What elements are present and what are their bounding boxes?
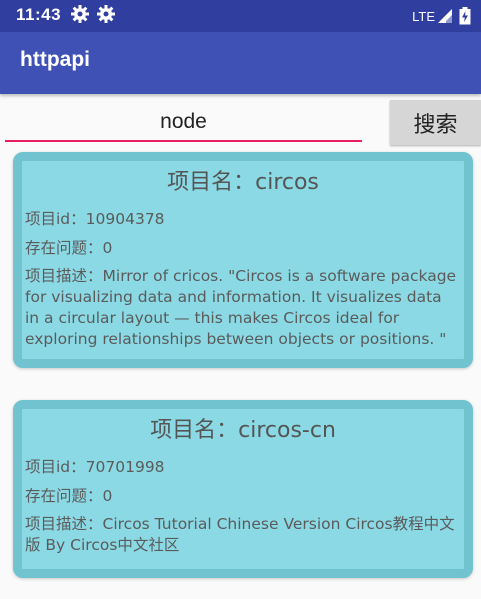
status-indicators: LTE bbox=[412, 7, 471, 25]
project-description-row: 项目描述：Circos Tutorial Chinese Version Cir… bbox=[22, 514, 464, 556]
project-description-label: 项目描述： bbox=[25, 267, 103, 285]
project-issues: 0 bbox=[102, 239, 113, 257]
project-name: circos bbox=[255, 170, 319, 195]
project-description-label: 项目描述： bbox=[25, 515, 103, 533]
project-issues-row: 存在问题：0 bbox=[22, 486, 464, 507]
project-title: 项目名：circos-cn bbox=[22, 413, 464, 449]
project-issues-label: 存在问题： bbox=[25, 239, 103, 257]
search-input[interactable] bbox=[5, 104, 362, 142]
project-issues: 0 bbox=[102, 487, 113, 505]
project-description-row: 项目描述：Mirror of cricos. "Circos is a soft… bbox=[22, 266, 464, 350]
signal-icon bbox=[438, 9, 452, 23]
project-id: 70701998 bbox=[85, 458, 165, 476]
project-name-label: 项目名： bbox=[167, 170, 256, 195]
battery-icon bbox=[459, 7, 471, 25]
gear-icon bbox=[97, 5, 115, 23]
project-title: 项目名：circos bbox=[22, 165, 464, 201]
app-bar: httpapi bbox=[0, 32, 481, 94]
project-name-label: 项目名： bbox=[150, 418, 239, 443]
project-issues-row: 存在问题：0 bbox=[22, 238, 464, 259]
gear-icon bbox=[71, 5, 89, 23]
project-id-row: 项目id：10904378 bbox=[22, 209, 464, 230]
network-type: LTE bbox=[412, 8, 435, 24]
project-card[interactable]: 项目名：circos 项目id：10904378 存在问题：0 项目描述：Mir… bbox=[13, 152, 473, 368]
app-title: httpapi bbox=[20, 48, 90, 71]
project-id-row: 项目id：70701998 bbox=[22, 457, 464, 478]
status-time: 11:43 bbox=[16, 5, 62, 24]
project-id: 10904378 bbox=[85, 210, 165, 228]
project-id-label: 项目id： bbox=[25, 458, 86, 476]
project-card[interactable]: 项目名：circos-cn 项目id：70701998 存在问题：0 项目描述：… bbox=[13, 400, 473, 578]
search-button[interactable]: 搜索 bbox=[390, 100, 481, 145]
status-bar: 11:43 LTE bbox=[0, 0, 481, 32]
project-id-label: 项目id： bbox=[25, 210, 86, 228]
project-issues-label: 存在问题： bbox=[25, 487, 103, 505]
project-name: circos-cn bbox=[238, 418, 336, 443]
